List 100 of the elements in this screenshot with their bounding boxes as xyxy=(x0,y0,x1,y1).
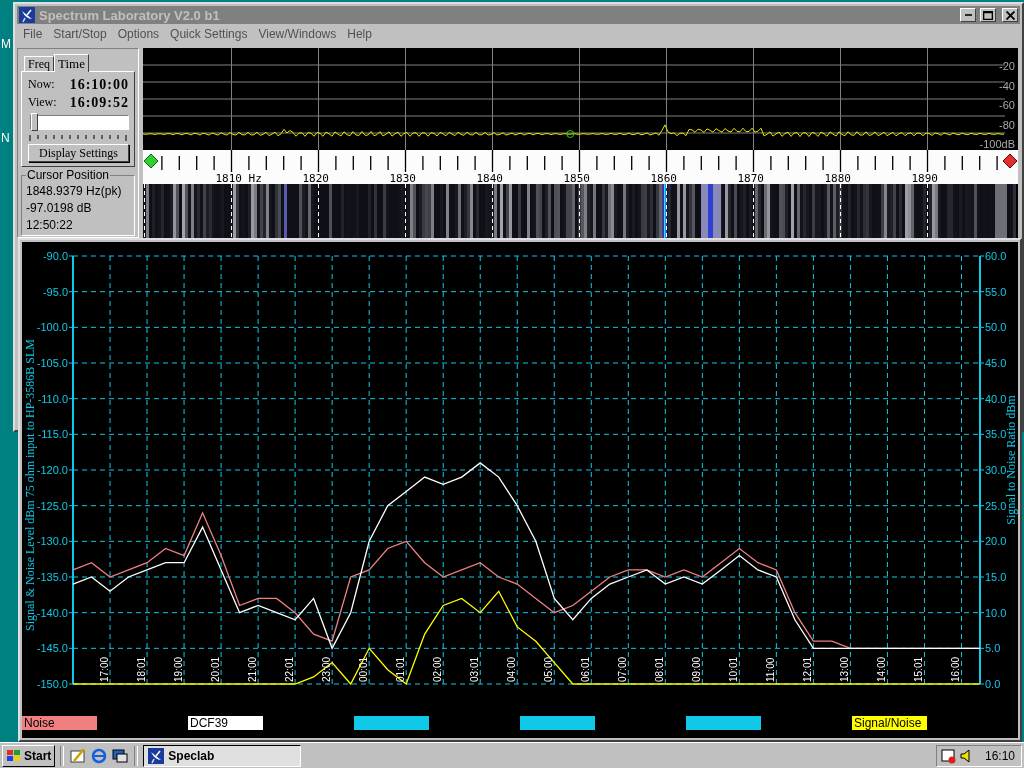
y-tick-label: 25.0 xyxy=(985,499,1007,512)
field-label: Now: xyxy=(28,77,55,92)
desktop-pencil-icon[interactable] xyxy=(69,746,88,765)
minimize-icon xyxy=(964,14,972,16)
window-title: Spectrum Laboratory V2.0 b1 xyxy=(39,7,221,23)
frequency-scale[interactable] xyxy=(143,150,1018,184)
satellite-dish-icon xyxy=(148,747,165,764)
frequency-label: 1860 xyxy=(650,172,677,185)
maximize-icon xyxy=(983,10,993,20)
y-tick-label: -140.0 xyxy=(36,606,68,619)
db-scale-label: -80 xyxy=(999,118,1015,131)
peak-marker xyxy=(566,130,575,138)
scheduler-icon[interactable] xyxy=(940,747,957,764)
y-tick-label: 55.0 xyxy=(985,285,1007,298)
y-tick-label: 35.0 xyxy=(985,428,1007,441)
y-tick-label: -105.0 xyxy=(36,357,68,369)
axis-title: Signal & Noise Level dBm 75 ohm input to HP-3586B SLM xyxy=(23,339,37,631)
slider-thumb[interactable] xyxy=(31,113,38,131)
x-tick-label: 23:00 xyxy=(321,656,333,682)
x-tick-label: 17:00 xyxy=(99,656,110,682)
x-tick-label: 04:00 xyxy=(506,656,518,682)
menu-item[interactable]: Start/Stop xyxy=(53,27,107,41)
menu-item[interactable]: Help xyxy=(347,27,372,41)
display-settings-button[interactable]: Display Settings xyxy=(28,144,129,162)
menu-item[interactable]: Options xyxy=(117,27,160,41)
y-tick-label: -115.0 xyxy=(37,428,68,441)
y-tick-label: 30.0 xyxy=(985,464,1007,476)
x-tick-label: 14:00 xyxy=(876,656,888,682)
frequency-label: 1890 xyxy=(911,172,938,185)
frequency-label: 1880 xyxy=(824,172,851,185)
tab[interactable]: Freq xyxy=(24,56,54,71)
menu-item[interactable]: File xyxy=(23,27,43,41)
y-tick-label: 60.0 xyxy=(985,250,1007,262)
menu-item[interactable]: View/Windows xyxy=(258,27,337,41)
frequency-label: 1840 xyxy=(476,172,503,185)
tab[interactable]: Time xyxy=(54,54,89,72)
diamond-marker[interactable] xyxy=(143,153,159,169)
x-tick-label: 03:01 xyxy=(469,656,481,682)
x-tick-label: 22:01 xyxy=(284,656,296,682)
maximize-button[interactable] xyxy=(980,8,996,22)
menu-item[interactable]: Quick Settings xyxy=(170,27,248,41)
legend-label: Signal/Noise xyxy=(852,716,927,730)
minimize-button[interactable] xyxy=(960,8,976,22)
frequency-label: 1830 xyxy=(389,172,416,185)
x-tick-label: 06:01 xyxy=(580,656,592,682)
db-scale-label: -40 xyxy=(999,79,1015,92)
y-tick-label: 10.0 xyxy=(985,606,1007,619)
x-tick-label: 00:01 xyxy=(358,656,370,682)
cursor-reading: -97.0198 dB xyxy=(26,201,93,216)
db-scale-label: -20 xyxy=(999,60,1015,72)
x-tick-label: 02:00 xyxy=(432,656,444,682)
group-title: Cursor Position xyxy=(26,168,111,182)
time-value: 16:10:00 xyxy=(69,76,129,93)
y-tick-label: -130.0 xyxy=(36,535,68,548)
diamond-marker[interactable] xyxy=(1002,153,1018,169)
x-tick-label: 11:00 xyxy=(765,657,777,682)
cursor-reading: 1848.9379 Hz(pk) xyxy=(26,184,123,199)
frequency-label: 1870 xyxy=(737,172,764,185)
y-tick-label: 45.0 xyxy=(985,357,1007,369)
taskbar-button[interactable]: Speclab xyxy=(143,744,302,767)
y-tick-label: 0.0 xyxy=(985,678,1001,690)
x-tick-label: 20:01 xyxy=(210,656,222,682)
clock: 16:10 xyxy=(984,748,1015,763)
x-tick-label: 12:01 xyxy=(802,656,814,682)
y-tick-label: 15.0 xyxy=(985,571,1007,583)
satellite-dish-icon xyxy=(19,7,35,23)
y-tick-label: 5.0 xyxy=(985,642,1001,655)
y-tick-label: -95.0 xyxy=(42,285,68,298)
y-tick-label: -125.0 xyxy=(36,499,68,512)
start-button[interactable]: Start xyxy=(2,744,56,767)
frequency-label: 1820 xyxy=(302,172,329,185)
legend-label: DCF39 xyxy=(188,716,263,730)
y-tick-label: 20.0 xyxy=(985,535,1007,548)
y-tick-label: -145.0 xyxy=(36,642,68,655)
close-button[interactable] xyxy=(1002,8,1018,22)
x-tick-label: 01:01 xyxy=(395,656,407,682)
desktop-icon-label[interactable]: M xyxy=(1,37,11,52)
field-label: View: xyxy=(28,95,57,110)
db-scale-label: -60 xyxy=(999,99,1015,111)
y-tick-label: -90.0 xyxy=(42,250,68,262)
x-tick-label: 13:00 xyxy=(839,656,851,682)
x-tick-label: 15:01 xyxy=(913,656,925,682)
monitor-icon[interactable] xyxy=(111,746,130,765)
y-tick-label: -110.0 xyxy=(37,392,68,405)
x-tick-label: 05:00 xyxy=(543,656,555,682)
time-slider[interactable] xyxy=(30,115,129,130)
windows-flag-icon xyxy=(6,748,22,763)
y-tick-label: -150.0 xyxy=(36,678,68,690)
y-tick-label: -120.0 xyxy=(36,464,68,476)
x-tick-label: 21:00 xyxy=(247,656,259,682)
x-tick-label: 16:00 xyxy=(950,656,962,682)
x-tick-label: 19:00 xyxy=(173,656,185,682)
desktop-icon-label[interactable]: N xyxy=(1,130,10,145)
x-tick-label: 18:01 xyxy=(136,656,148,682)
frequency-label: 1810 Hz xyxy=(215,172,262,185)
legend-label: Noise xyxy=(22,716,97,730)
y-tick-label: 40.0 xyxy=(985,392,1007,405)
x-tick-label: 10:01 xyxy=(728,656,740,682)
y-tick-label: -100.0 xyxy=(36,321,68,334)
x-tick-label: 09:00 xyxy=(691,656,703,682)
